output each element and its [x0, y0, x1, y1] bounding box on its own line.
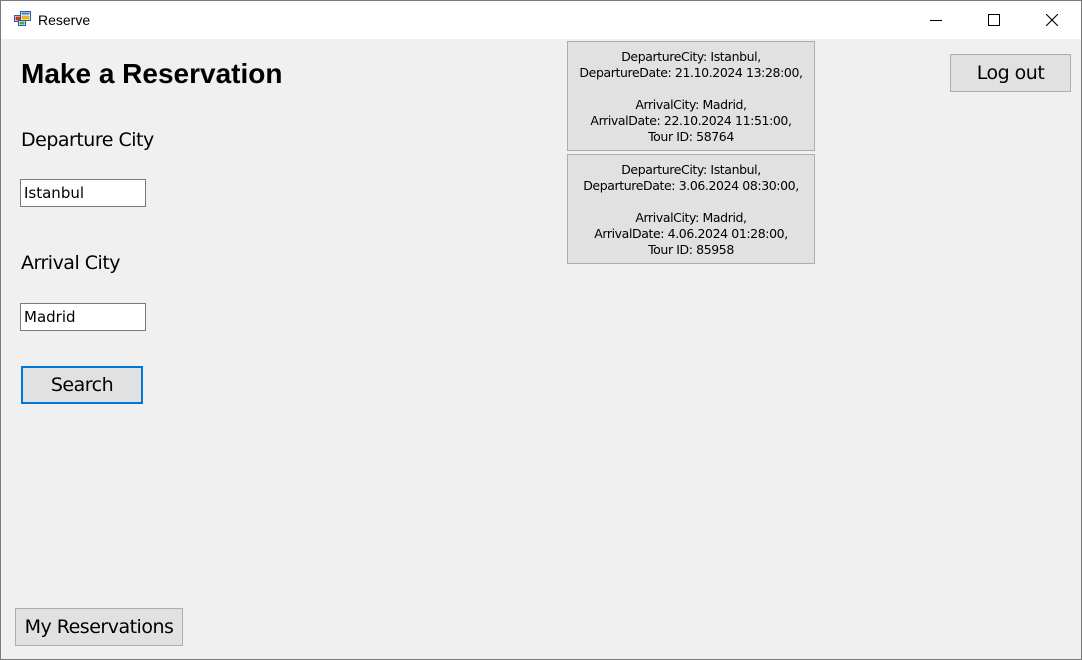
- tour-id: Tour ID: 58764: [648, 129, 734, 144]
- tour-departure-date: DepartureDate: 21.10.2024 13:28:00,: [579, 65, 803, 80]
- tour-result-button[interactable]: DepartureCity: Istanbul, DepartureDate: …: [567, 41, 815, 151]
- tour-departure-date: DepartureDate: 3.06.2024 08:30:00,: [583, 178, 799, 193]
- forms-app-icon: [14, 11, 31, 26]
- tour-spacer: [568, 81, 814, 97]
- close-icon: [1046, 14, 1058, 26]
- maximize-icon: [988, 14, 1000, 26]
- tour-arrival-city: ArrivalCity: Madrid,: [635, 97, 747, 112]
- tour-arrival-date: ArrivalDate: 4.06.2024 01:28:00,: [594, 226, 788, 241]
- tour-result-button[interactable]: DepartureCity: Istanbul, DepartureDate: …: [567, 154, 815, 264]
- tour-id: Tour ID: 85958: [648, 242, 734, 257]
- my-reservations-button[interactable]: My Reservations: [15, 608, 183, 646]
- arrival-city-input[interactable]: [20, 303, 146, 331]
- search-button[interactable]: Search: [21, 366, 143, 404]
- arrival-city-label: Arrival City: [21, 252, 121, 274]
- window-title: Reserve: [38, 12, 91, 28]
- logout-button[interactable]: Log out: [950, 54, 1071, 92]
- departure-city-label: Departure City: [21, 129, 154, 151]
- tour-arrival-city: ArrivalCity: Madrid,: [635, 210, 747, 225]
- tour-departure-city: DepartureCity: Istanbul,: [621, 162, 761, 177]
- page-title: Make a Reservation: [21, 58, 283, 89]
- title-bar[interactable]: Reserve: [1, 1, 1081, 39]
- tour-departure-city: DepartureCity: Istanbul,: [621, 49, 761, 64]
- tour-arrival-date: ArrivalDate: 22.10.2024 11:51:00,: [590, 113, 792, 128]
- departure-city-input[interactable]: [20, 179, 146, 207]
- minimize-icon: [930, 14, 942, 26]
- minimize-button[interactable]: [913, 1, 959, 39]
- maximize-button[interactable]: [971, 1, 1017, 39]
- reserve-window: Reserve Make a Reservation Departure Cit…: [0, 0, 1082, 660]
- close-button[interactable]: [1029, 1, 1075, 39]
- tour-spacer: [568, 194, 814, 210]
